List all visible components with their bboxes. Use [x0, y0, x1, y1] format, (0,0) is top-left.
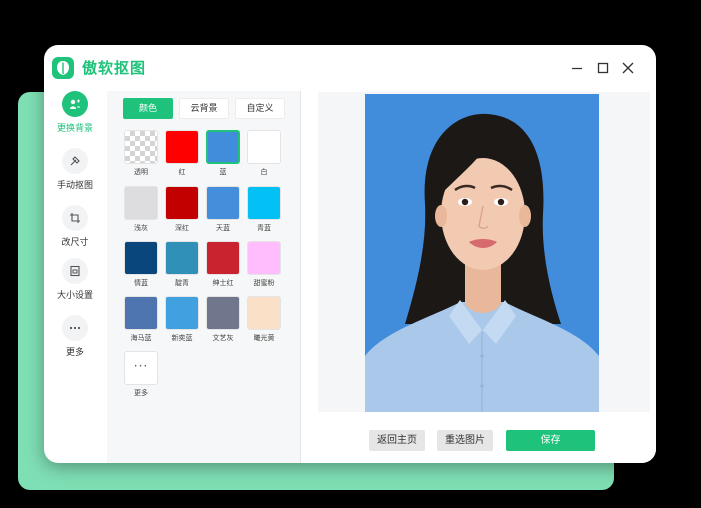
color-swatch — [124, 296, 158, 330]
color-swatch — [165, 241, 199, 275]
action-bar: 返回主页 重选图片 保存 — [301, 415, 656, 463]
swatch-label: 青蓝 — [257, 224, 271, 232]
nav-item-change-background[interactable]: 更换背景 — [44, 91, 106, 134]
more-icon — [62, 315, 88, 341]
left-sidebar: 更换背景 手动抠图 改尺寸 大小设置 更多 — [44, 91, 104, 463]
change-background-icon — [62, 91, 88, 117]
swatch-label: 更多 — [134, 389, 148, 397]
swatch-item[interactable]: 海马蓝 — [123, 296, 159, 343]
app-title: 傲软抠图 — [82, 59, 147, 77]
color-swatch — [206, 186, 240, 220]
divider — [300, 91, 301, 463]
swatch-item[interactable]: 青蓝 — [246, 186, 282, 233]
color-panel: 颜色 云背景 自定义 透明 红 蓝 白浅灰 深红 天蓝 青蓝情蓝 靛青 绅士红 甜蜜粉海马蓝 新奕蓝… — [107, 91, 300, 463]
maximize-icon[interactable] — [595, 60, 611, 76]
color-swatch — [206, 130, 240, 164]
nav-label: 改尺寸 — [61, 238, 89, 248]
color-swatch — [247, 296, 281, 330]
swatch-label: 透明 — [134, 168, 148, 176]
color-swatch — [165, 186, 199, 220]
color-swatch — [247, 241, 281, 275]
title-bar: 傲软抠图 — [44, 45, 656, 91]
swatch-label: 蓝 — [219, 168, 227, 176]
swatch-item[interactable]: 红 — [164, 130, 200, 177]
swatch-item[interactable]: 情蓝 — [123, 241, 159, 288]
close-icon[interactable] — [620, 60, 636, 76]
swatch-label: 白 — [260, 168, 268, 176]
swatch-label: 深红 — [175, 224, 189, 232]
swatch-item[interactable]: 天蓝 — [205, 186, 241, 233]
nav-label: 更多 — [65, 348, 84, 358]
nav-label: 更换背景 — [56, 124, 93, 134]
color-swatch — [124, 130, 158, 164]
color-swatch — [247, 130, 281, 164]
file-size-icon — [62, 258, 88, 284]
swatch-label: 浅灰 — [134, 224, 148, 232]
nav-item-more[interactable]: 更多 — [44, 315, 106, 358]
swatch-item[interactable]: 绅士红 — [205, 241, 241, 288]
crop-icon — [62, 205, 88, 231]
swatch-label: 绅士红 — [212, 279, 234, 287]
nav-label: 手动抠图 — [56, 181, 93, 191]
color-swatch — [206, 296, 240, 330]
swatch-item[interactable]: 曦光黄 — [246, 296, 282, 343]
tab-color[interactable]: 颜色 — [123, 98, 173, 119]
save-button[interactable]: 保存 — [506, 430, 595, 451]
swatch-label: 红 — [178, 168, 186, 176]
more-icon: ··· — [124, 351, 158, 385]
nav-item-resize[interactable]: 改尺寸 — [44, 205, 106, 248]
swatch-label: 海马蓝 — [130, 334, 152, 342]
swatch-item[interactable]: ··· 更多 — [123, 351, 159, 398]
color-swatch — [165, 130, 199, 164]
swatch-label: 新奕蓝 — [171, 334, 193, 342]
app-window: 傲软抠图 更换背景 手动抠图 改尺寸 大小设置 更多 颜色 云背景 自定义 透明… — [44, 45, 656, 463]
swatch-label: 曦光黄 — [253, 334, 275, 342]
portrait-photo — [365, 94, 599, 412]
swatch-label: 甜蜜粉 — [253, 279, 275, 287]
tab-cloud-background[interactable]: 云背景 — [179, 98, 229, 119]
color-swatch — [124, 241, 158, 275]
swatch-label: 文艺灰 — [212, 334, 234, 342]
swatch-label: 情蓝 — [134, 279, 148, 287]
nav-item-file-size[interactable]: 大小设置 — [44, 258, 106, 301]
reselect-image-button[interactable]: 重选图片 — [437, 430, 493, 451]
color-swatch — [124, 186, 158, 220]
swatch-item[interactable]: 新奕蓝 — [164, 296, 200, 343]
swatch-item[interactable]: 深红 — [164, 186, 200, 233]
manual-cutout-icon — [62, 148, 88, 174]
back-home-button[interactable]: 返回主页 — [369, 430, 425, 451]
swatch-item[interactable]: 浅灰 — [123, 186, 159, 233]
color-swatch — [206, 241, 240, 275]
swatch-item[interactable]: 白 — [246, 130, 282, 177]
nav-item-manual-cutout[interactable]: 手动抠图 — [44, 148, 106, 191]
swatch-item[interactable]: 甜蜜粉 — [246, 241, 282, 288]
app-logo-icon — [52, 57, 74, 79]
swatch-label: 靛青 — [175, 279, 189, 287]
swatch-item[interactable]: 透明 — [123, 130, 159, 177]
color-swatch — [247, 186, 281, 220]
color-swatch — [165, 296, 199, 330]
swatch-item[interactable]: 蓝 — [205, 130, 241, 177]
minimize-icon[interactable] — [569, 60, 585, 76]
swatch-label: 天蓝 — [216, 224, 230, 232]
preview-area — [318, 92, 650, 412]
tab-custom[interactable]: 自定义 — [235, 98, 285, 119]
nav-label: 大小设置 — [56, 291, 93, 301]
swatch-item[interactable]: 靛青 — [164, 241, 200, 288]
swatch-item[interactable]: 文艺灰 — [205, 296, 241, 343]
